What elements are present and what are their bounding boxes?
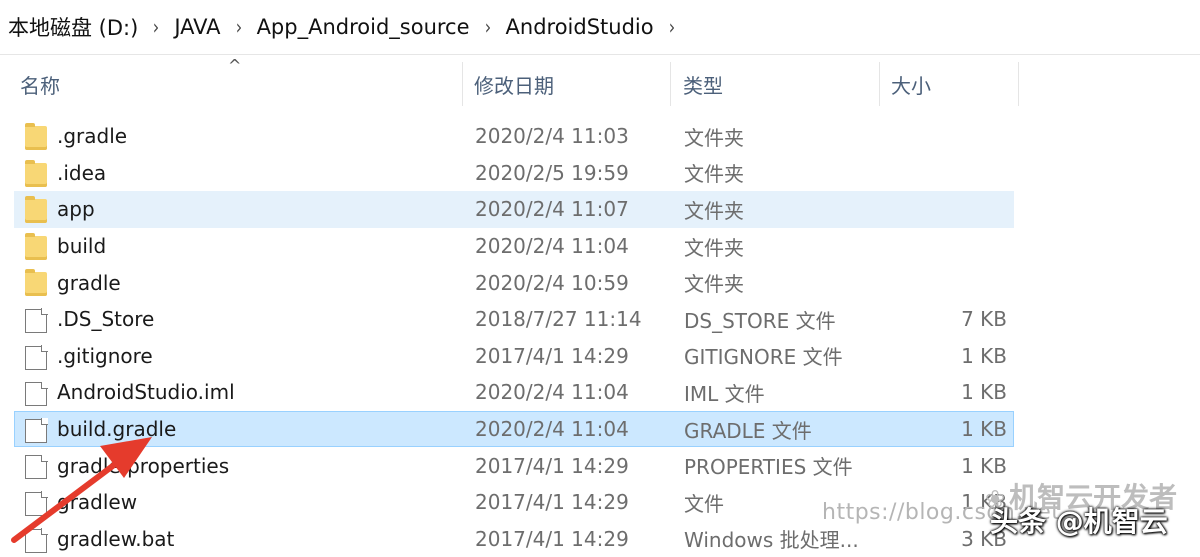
file-row-androidstudio-iml[interactable]: AndroidStudio.iml 2020/2/4 11:04 IML 文件 …	[14, 374, 1014, 411]
file-row-build-gradle[interactable]: build.gradle 2020/2/4 11:04 GRADLE 文件 1 …	[14, 410, 1014, 448]
file-date: 2020/2/4 11:04	[475, 234, 629, 259]
file-name: .gradle	[57, 124, 128, 149]
file-list: .gradle 2020/2/4 11:03 文件夹 .idea 2020/2/…	[14, 118, 1014, 557]
file-row-gitignore[interactable]: .gitignore 2017/4/1 14:29 GITIGNORE 文件 1…	[14, 338, 1014, 375]
file-type: GRADLE 文件	[684, 418, 812, 443]
file-icon	[25, 308, 48, 333]
file-name: build.gradle	[57, 417, 177, 442]
file-row-idea[interactable]: .idea 2020/2/5 19:59 文件夹	[14, 155, 1014, 192]
column-header-type[interactable]: 类型	[683, 62, 878, 106]
file-type: 文件夹	[684, 272, 744, 297]
column-divider[interactable]	[879, 62, 880, 106]
file-type: DS_STORE 文件	[684, 308, 836, 333]
file-date: 2020/2/4 11:04	[475, 380, 629, 405]
file-size: 1 KB	[961, 417, 1007, 442]
folder-icon	[25, 159, 47, 187]
chevron-right-icon[interactable]: ›	[664, 15, 680, 39]
folder-icon	[25, 123, 47, 150]
file-date: 2020/2/5 19:59	[475, 160, 629, 185]
file-type: 文件	[684, 491, 724, 516]
file-size: 7 KB	[961, 307, 1007, 332]
file-size: 1 KB	[961, 453, 1007, 478]
breadcrumb-item-app-android-source[interactable]: App_Android_source	[249, 11, 478, 43]
file-row-gradlew-bat[interactable]: gradlew.bat 2017/4/1 14:29 Windows 批处理..…	[14, 521, 1014, 557]
file-row-ds-store[interactable]: .DS_Store 2018/7/27 11:14 DS_STORE 文件 7 …	[14, 301, 1014, 338]
file-name: app	[57, 197, 95, 222]
file-row-gradle[interactable]: gradle 2020/2/4 10:59 文件夹	[14, 264, 1014, 301]
chevron-right-icon[interactable]: ›	[480, 15, 496, 39]
sort-ascending-icon: ^	[228, 56, 242, 75]
column-header-size[interactable]: 大小	[891, 62, 1016, 106]
file-row-app[interactable]: app 2020/2/4 11:07 文件夹	[14, 191, 1014, 228]
file-name: gradle.properties	[57, 453, 230, 478]
batch-file-icon	[25, 528, 48, 553]
column-header-type-label: 类型	[683, 73, 723, 98]
file-date: 2020/2/4 11:07	[475, 197, 629, 222]
breadcrumb-item-java[interactable]: JAVA	[166, 11, 228, 43]
file-name: build	[57, 234, 107, 259]
file-row-gradle-properties[interactable]: gradle.properties 2017/4/1 14:29 PROPERT…	[14, 447, 1014, 484]
file-type: 文件夹	[684, 162, 744, 187]
file-date: 2020/2/4 11:03	[475, 124, 629, 149]
folder-icon	[25, 196, 47, 224]
column-header-date-label: 修改日期	[474, 73, 554, 98]
watermark-main: 头条 @机智云	[990, 505, 1168, 538]
folder-icon	[25, 269, 47, 297]
folder-icon	[25, 232, 47, 260]
file-icon	[25, 381, 48, 407]
column-divider[interactable]	[1018, 62, 1019, 106]
file-date: 2018/7/27 11:14	[475, 307, 642, 332]
file-type: 文件夹	[684, 198, 744, 223]
file-type: IML 文件	[684, 381, 765, 406]
column-divider[interactable]	[670, 62, 671, 106]
breadcrumb-item-androidstudio[interactable]: AndroidStudio	[498, 11, 662, 43]
file-name: AndroidStudio.iml	[57, 380, 235, 405]
file-name: gradlew	[57, 490, 138, 515]
file-date: 2017/4/1 14:29	[475, 490, 629, 515]
file-date: 2017/4/1 14:29	[475, 526, 629, 551]
column-header-size-label: 大小	[891, 73, 931, 98]
file-size: 1 KB	[961, 380, 1007, 405]
column-divider[interactable]	[462, 62, 463, 106]
file-name: .gitignore	[57, 343, 153, 368]
file-date: 2017/4/1 14:29	[475, 453, 629, 478]
file-icon	[25, 418, 48, 443]
file-name: .idea	[57, 160, 107, 185]
breadcrumb-item-drive[interactable]: 本地磁盘 (D:)	[0, 8, 146, 46]
chevron-right-icon[interactable]: ›	[148, 15, 164, 39]
file-type: 文件夹	[684, 125, 744, 150]
breadcrumb: 本地磁盘 (D:) › JAVA › App_Android_source › …	[0, 0, 1200, 55]
file-date: 2020/2/4 11:04	[475, 417, 629, 442]
file-date: 2020/2/4 10:59	[475, 270, 629, 295]
file-date: 2017/4/1 14:29	[475, 343, 629, 368]
file-type: PROPERTIES 文件	[684, 455, 853, 480]
file-icon	[25, 491, 48, 516]
file-size: 1 KB	[961, 343, 1007, 368]
file-type: 文件夹	[684, 235, 744, 260]
file-icon	[25, 345, 48, 370]
file-type: GITIGNORE 文件	[684, 345, 843, 370]
file-icon	[25, 454, 48, 480]
file-name: gradlew.bat	[57, 526, 175, 551]
file-type: Windows 批处理...	[684, 528, 859, 553]
chevron-right-icon[interactable]: ›	[231, 15, 247, 39]
file-name: gradle	[57, 270, 121, 295]
file-row-build[interactable]: build 2020/2/4 11:04 文件夹	[14, 228, 1014, 265]
column-header-name-label: 名称	[20, 73, 60, 98]
column-header-date[interactable]: 修改日期	[474, 62, 669, 106]
file-name: .DS_Store	[57, 307, 155, 332]
column-header-row: 名称 ^ 修改日期 类型 大小	[0, 56, 1200, 106]
file-row-gradle-folder[interactable]: .gradle 2020/2/4 11:03 文件夹	[14, 118, 1014, 155]
